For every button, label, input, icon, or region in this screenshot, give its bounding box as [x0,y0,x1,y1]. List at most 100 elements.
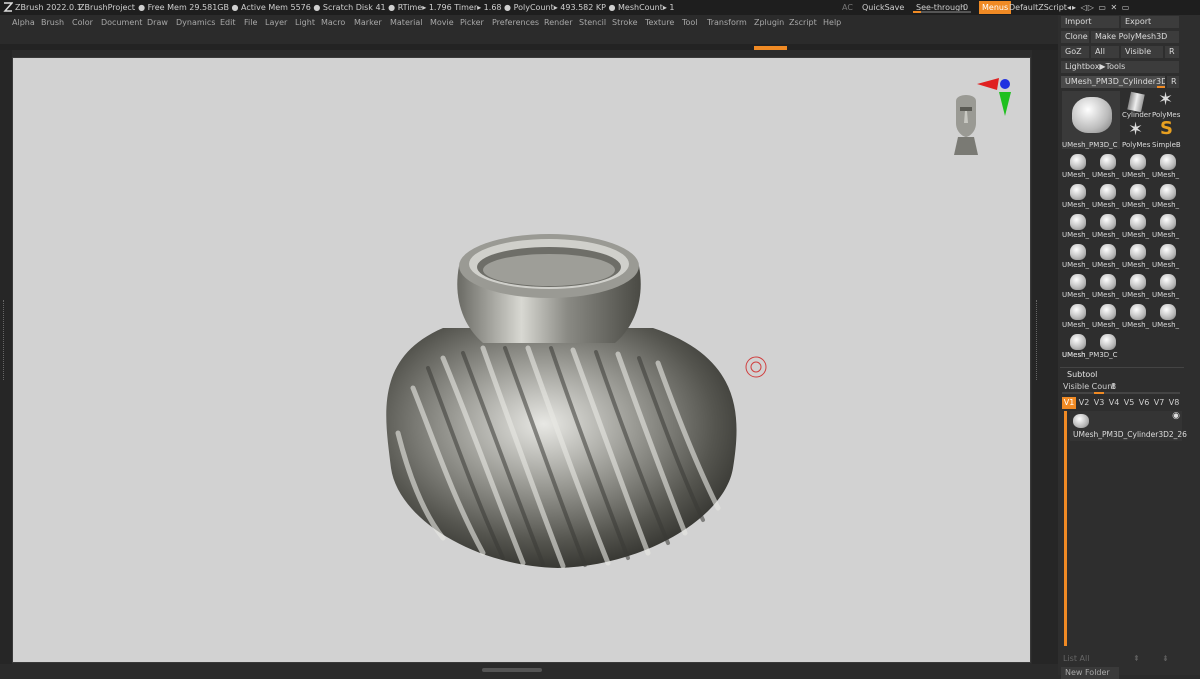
tool-cylinder[interactable]: Cylinder [1122,91,1152,119]
tool-thumb[interactable]: UMesh_ [1062,151,1092,179]
new-folder-button[interactable]: New Folder [1061,667,1119,679]
subtool-item[interactable]: ◉ UMesh_PM3D_Cylinder3D2_26 [1070,411,1187,441]
list-all-button[interactable]: List All [1063,654,1089,663]
menu-marker[interactable]: Marker [354,15,382,31]
current-tool-r-button[interactable]: R [1167,76,1179,88]
import-button[interactable]: Import [1061,16,1119,28]
tool-label: PolyMes [1122,141,1151,149]
menu-material[interactable]: Material [390,15,423,31]
move-up-icon[interactable]: ⇞ [1133,654,1140,663]
version-v5[interactable]: V5 [1122,397,1136,409]
see-through-slider[interactable] [913,11,971,13]
menu-edit[interactable]: Edit [220,15,236,31]
tool-thumb[interactable]: UMesh_ [1092,181,1122,209]
tool-thumb[interactable]: UMesh_ [1122,241,1152,269]
tool-thumb[interactable]: UMesh_ [1062,241,1092,269]
tool-thumb[interactable]: UMesh_ [1122,151,1152,179]
window-controls-icon[interactable]: ◂▸ ◁▷ ▭ ✕ ▭ [1067,0,1130,15]
menu-dynamics[interactable]: Dynamics [176,15,215,31]
version-v4[interactable]: V4 [1107,397,1121,409]
version-v7[interactable]: V7 [1152,397,1166,409]
menu-light[interactable]: Light [295,15,315,31]
tool-thumb[interactable]: UMesh_ [1062,211,1092,239]
move-down-icon[interactable]: ⇟ [1162,654,1169,663]
tool-thumb[interactable]: UMesh_ [1152,241,1182,269]
menu-help[interactable]: Help [823,15,841,31]
tool-label: SimpleB [1152,141,1181,149]
tool-label: Cylinder [1122,111,1151,119]
axis-gizmo-icon[interactable] [973,76,1013,118]
tool-thumb[interactable]: UMesh_ [1152,211,1182,239]
tool-thumb[interactable]: UMesh_ [1092,211,1122,239]
active-tool-thumbnail[interactable]: UMesh_PM3D_C [1062,91,1120,149]
eye-icon[interactable]: ◉ [1172,411,1180,421]
subtool-title[interactable]: Subtool [1067,370,1097,379]
menu-movie[interactable]: Movie [430,15,454,31]
menu-picker[interactable]: Picker [460,15,484,31]
r-button[interactable]: R [1165,46,1179,58]
tool-polymesh-star[interactable]: ✶ PolyMes [1152,89,1182,119]
tool-thumb[interactable]: UMesh_ [1152,271,1182,299]
right-shelf-handle[interactable] [1036,300,1041,380]
tool-thumb[interactable]: UMesh_ [1122,271,1152,299]
menu-color[interactable]: Color [72,15,93,31]
canvas-viewport[interactable] [12,57,1031,663]
menu-preferences[interactable]: Preferences [492,15,539,31]
ac-toggle[interactable]: AC [842,0,853,15]
menu-zplugin[interactable]: Zplugin [754,15,784,31]
menu-stencil[interactable]: Stencil [579,15,606,31]
left-shelf-handle[interactable] [3,300,8,380]
menu-tool[interactable]: Tool [682,15,698,31]
tool-thumb[interactable]: UMesh_ [1092,151,1122,179]
cylinder-icon [1127,91,1145,113]
lightbox-tools-button[interactable]: Lightbox▶Tools [1061,61,1179,73]
tool-thumb[interactable]: UMesh_ [1152,181,1182,209]
visible-count-slider[interactable] [1062,392,1180,394]
menu-render[interactable]: Render [544,15,572,31]
current-tool-name[interactable]: UMesh_PM3D_Cylinder3D2_2 [1061,76,1165,88]
tool-thumb[interactable]: UMesh_ [1122,301,1152,329]
version-v2[interactable]: V2 [1077,397,1091,409]
subtool-scrollbar[interactable] [1064,411,1067,646]
version-v6[interactable]: V6 [1137,397,1151,409]
tool-thumb[interactable]: UMesh_ [1062,271,1092,299]
menu-draw[interactable]: Draw [147,15,168,31]
divider [1060,367,1184,368]
menu-file[interactable]: File [244,15,257,31]
quicksave-button[interactable]: QuickSave [862,0,904,15]
default-zscript-button[interactable]: DefaultZScript [1009,0,1067,15]
tool-thumb[interactable]: UMesh_ [1152,301,1182,329]
tool-thumb[interactable]: UMesh_ [1092,301,1122,329]
tool-thumb[interactable]: UMesh_ [1062,301,1092,329]
menu-macro[interactable]: Macro [321,15,345,31]
menu-stroke[interactable]: Stroke [612,15,638,31]
all-button[interactable]: All [1091,46,1119,58]
version-v8[interactable]: V8 [1167,397,1181,409]
make-polymesh-button[interactable]: Make PolyMesh3D [1091,31,1179,43]
menu-transform[interactable]: Transform [707,15,747,31]
tool-thumb[interactable]: UMesh_ [1092,271,1122,299]
menu-alpha[interactable]: Alpha [12,15,35,31]
version-v3[interactable]: V3 [1092,397,1106,409]
menu-brush[interactable]: Brush [41,15,64,31]
menu-layer[interactable]: Layer [265,15,287,31]
tool-simplebrush[interactable]: S SimpleB [1152,118,1182,149]
tool-polymesh-star-2[interactable]: ✶ PolyMes [1122,119,1152,149]
menus-toggle[interactable]: Menus [979,1,1012,14]
tool-thumb[interactable]: UMesh_ [1122,211,1152,239]
tool-thumb[interactable]: UMesh_ [1152,151,1182,179]
goz-button[interactable]: GoZ [1061,46,1089,58]
version-v1[interactable]: V1 [1062,397,1076,409]
menu-zscript[interactable]: Zscript [789,15,817,31]
tool-thumb[interactable]: UMesh_PM3D_C [1062,331,1152,359]
tool-thumb[interactable]: UMesh_ [1092,241,1122,269]
tool-thumb[interactable]: UMesh_ [1062,181,1092,209]
menu-document[interactable]: Document [101,15,142,31]
vase-model[interactable] [13,58,1030,662]
visible-button[interactable]: Visible [1121,46,1163,58]
menu-texture[interactable]: Texture [645,15,674,31]
tool-thumb[interactable]: UMesh_ [1122,181,1152,209]
bottom-shelf-handle[interactable] [482,668,542,672]
export-button[interactable]: Export [1121,16,1179,28]
clone-button[interactable]: Clone [1061,31,1089,43]
